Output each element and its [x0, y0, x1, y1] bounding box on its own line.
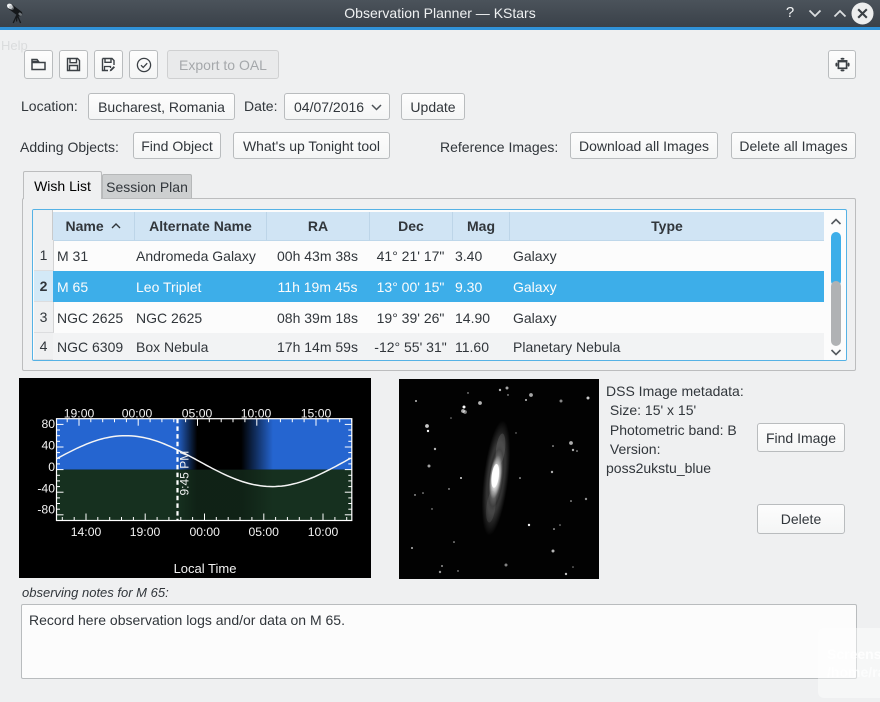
- svg-text:10:00: 10:00: [308, 525, 339, 539]
- svg-text:19:00: 19:00: [64, 407, 95, 421]
- svg-text:00:00: 00:00: [122, 407, 153, 421]
- svg-text:15:00: 15:00: [301, 407, 332, 421]
- svg-text:80: 80: [41, 417, 55, 431]
- svg-text:-40: -40: [37, 482, 55, 496]
- svg-text:05:00: 05:00: [182, 407, 213, 421]
- svg-text:05:00: 05:00: [248, 525, 279, 539]
- svg-text:19:00: 19:00: [130, 525, 161, 539]
- svg-text:-80: -80: [37, 503, 55, 517]
- svg-text:14:00: 14:00: [71, 525, 102, 539]
- svg-text:9:45 PM: 9:45 PM: [178, 451, 192, 496]
- svg-text:10:00: 10:00: [241, 407, 272, 421]
- svg-text:40: 40: [41, 439, 55, 453]
- svg-text:00:00: 00:00: [189, 525, 220, 539]
- svg-text:Local Time: Local Time: [174, 561, 237, 576]
- svg-text:0: 0: [48, 460, 55, 474]
